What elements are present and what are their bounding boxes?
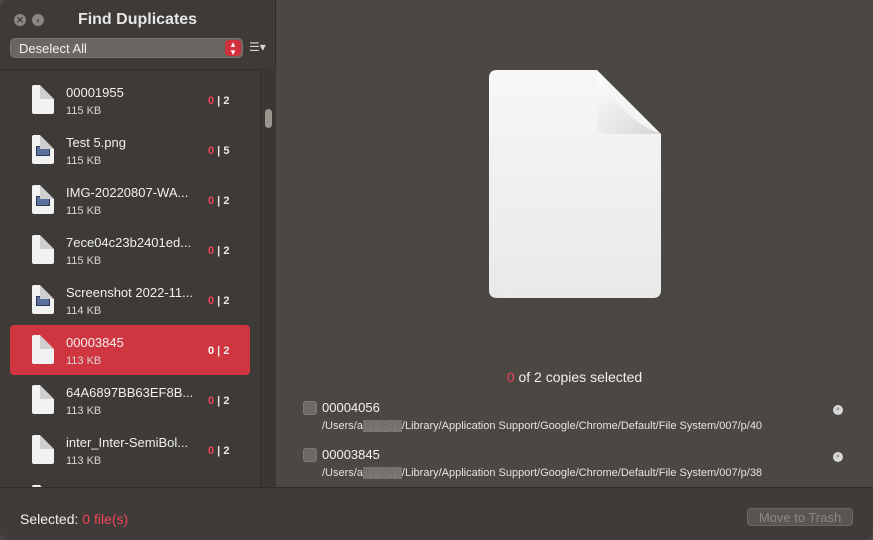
reveal-in-finder-icon[interactable]: ⌕ bbox=[833, 405, 843, 415]
total-copies-count: 2 bbox=[223, 295, 230, 307]
total-copies-count: 2 bbox=[223, 195, 230, 207]
total-copies-count: 2 bbox=[223, 345, 230, 357]
file-size: 113 KB bbox=[66, 355, 102, 367]
selection-dropdown-value: Deselect All bbox=[19, 41, 87, 56]
file-list-row[interactable]: inter_Inter-SemiBol... 113 KB 0 | 2 bbox=[10, 425, 250, 475]
image-thumbnail-icon bbox=[36, 296, 50, 306]
duplicate-file-list: 00001955 115 KB 0 | 2 Test 5.png 115 KB 0 | 5… bbox=[0, 69, 260, 488]
image-file-icon bbox=[32, 135, 54, 164]
copy-checkbox[interactable] bbox=[303, 448, 317, 462]
copy-counts: 0 | 2 bbox=[208, 195, 229, 207]
copy-counts: 0 | 2 bbox=[208, 95, 229, 107]
copy-name: 00003845 bbox=[322, 447, 380, 462]
copy-checkbox[interactable] bbox=[303, 401, 317, 415]
count-separator: | bbox=[214, 145, 224, 157]
scrollbar-thumb[interactable] bbox=[265, 109, 272, 128]
file-size: 113 KB bbox=[66, 455, 102, 467]
total-copies-count: 2 bbox=[223, 445, 230, 457]
file-size: 115 KB bbox=[66, 105, 102, 117]
file-name: 64A6897BB63EF8B... bbox=[66, 385, 194, 400]
copy-counts: 0 | 2 bbox=[208, 345, 229, 357]
image-file-icon bbox=[32, 185, 54, 214]
file-list-row[interactable]: 00003845 113 KB 0 | 2 bbox=[10, 325, 250, 375]
file-list-row[interactable]: Test 5.png 115 KB 0 | 5 bbox=[10, 125, 250, 175]
count-separator: | bbox=[214, 395, 224, 407]
sidebar: ✕ ‹ Find Duplicates Deselect All ▴ ▾ ☰▾ 0… bbox=[0, 0, 276, 488]
file-size: 114 KB bbox=[66, 305, 102, 317]
copy-counts: 0 | 2 bbox=[208, 245, 229, 257]
file-name: Screenshot 2022-11... bbox=[66, 285, 193, 300]
file-list-row[interactable]: 7ece04c23b2401ed... 115 KB 0 | 2 bbox=[10, 225, 250, 275]
file-size: 115 KB bbox=[66, 155, 102, 167]
chevron-updown-icon: ▴ ▾ bbox=[225, 40, 241, 57]
reveal-in-finder-icon[interactable]: ⌕ bbox=[833, 452, 843, 462]
count-separator: | bbox=[214, 95, 224, 107]
selected-files-status: Selected: 0 file(s) bbox=[20, 511, 128, 527]
image-file-icon bbox=[32, 285, 54, 314]
copies-selected-summary: 0 of 2 copies selected bbox=[276, 369, 873, 385]
copy-counts: 0 | 5 bbox=[208, 145, 229, 157]
document-file-icon bbox=[32, 435, 54, 464]
window-title: Find Duplicates bbox=[77, 11, 198, 28]
document-file-icon bbox=[32, 385, 54, 414]
selected-count: 0 file(s) bbox=[82, 511, 129, 527]
scrollbar[interactable] bbox=[260, 69, 276, 487]
count-separator: | bbox=[214, 445, 224, 457]
file-name: Test 5.png bbox=[66, 135, 126, 150]
sort-options-icon[interactable]: ☰▾ bbox=[249, 40, 267, 54]
document-file-icon bbox=[32, 85, 54, 114]
copy-path: /Users/a▒▒▒▒▒/Library/Application Suppor… bbox=[322, 467, 763, 479]
count-separator: | bbox=[214, 245, 224, 257]
move-to-trash-button[interactable]: Move to Trash bbox=[747, 508, 853, 526]
selected-label: Selected: bbox=[20, 511, 83, 527]
copies-selected-count: 0 bbox=[506, 369, 515, 385]
count-separator: | bbox=[214, 345, 224, 357]
find-duplicates-window: ✕ ‹ Find Duplicates Deselect All ▴ ▾ ☰▾ 0… bbox=[0, 0, 873, 540]
footer-bar: Selected: 0 file(s) Move to Trash bbox=[0, 487, 873, 540]
file-name: 00001955 bbox=[66, 85, 124, 100]
file-name: 7ece04c23b2401ed... bbox=[66, 235, 192, 250]
total-copies-count: 2 bbox=[223, 95, 230, 107]
document-file-icon bbox=[32, 235, 54, 264]
file-name: inter_Inter-SemiBol... bbox=[66, 435, 189, 450]
image-thumbnail-icon bbox=[36, 146, 50, 156]
total-copies-count: 2 bbox=[223, 245, 230, 257]
selection-dropdown[interactable]: Deselect All ▴ ▾ bbox=[10, 38, 243, 58]
file-list-row[interactable]: Screenshot 2022-11... 114 KB 0 | 2 bbox=[10, 275, 250, 325]
copy-counts: 0 | 2 bbox=[208, 395, 229, 407]
detail-pane: 0 of 2 copies selected 00004056 /Users/a… bbox=[276, 0, 873, 487]
file-size: 115 KB bbox=[66, 255, 102, 267]
document-file-icon bbox=[32, 335, 54, 364]
copy-counts: 0 | 2 bbox=[208, 445, 229, 457]
file-list-row[interactable]: 64A6897BB63EF8B... 113 KB 0 | 2 bbox=[10, 375, 250, 425]
file-size: 115 KB bbox=[66, 205, 102, 217]
file-preview-icon bbox=[489, 70, 661, 298]
total-copies-count: 2 bbox=[223, 395, 230, 407]
file-list-row[interactable]: IMG-20220807-WA... 115 KB 0 | 2 bbox=[10, 175, 250, 225]
total-copies-count: 5 bbox=[223, 145, 230, 157]
copy-name: 00004056 bbox=[322, 400, 380, 415]
file-name: 00003845 bbox=[66, 335, 124, 350]
copy-path: /Users/a▒▒▒▒▒/Library/Application Suppor… bbox=[322, 420, 763, 432]
count-separator: | bbox=[214, 195, 224, 207]
file-list-row[interactable]: 00001955 115 KB 0 | 2 bbox=[10, 75, 250, 125]
file-name: IMG-20220807-WA... bbox=[66, 185, 189, 200]
copies-selected-suffix: of 2 copies selected bbox=[514, 369, 643, 385]
count-separator: | bbox=[214, 295, 224, 307]
image-thumbnail-icon bbox=[36, 196, 50, 206]
file-size: 113 KB bbox=[66, 405, 102, 417]
copy-counts: 0 | 2 bbox=[208, 295, 229, 307]
